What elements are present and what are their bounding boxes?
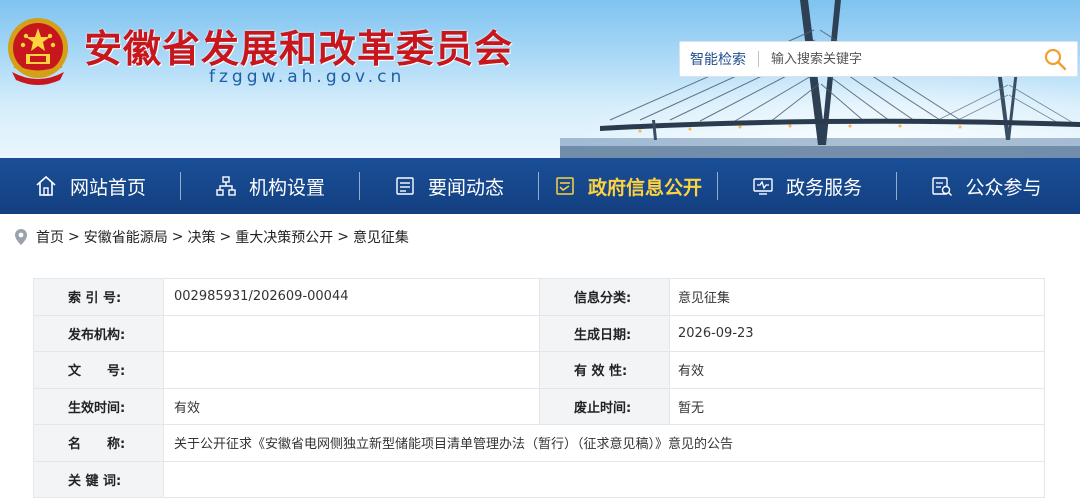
expire-value: 暂无 [669, 387, 1045, 425]
site-domain: fzggw.ah.gov.cn [209, 67, 406, 87]
nav-item-public-participation[interactable]: 公众参与 [897, 158, 1076, 214]
breadcrumb-separator: > [68, 229, 80, 245]
table-row: 关 键 词: [33, 460, 1045, 498]
nav-item-home[interactable]: 网站首页 [0, 158, 180, 214]
date-label: 生成日期: [539, 314, 670, 352]
site-header: 安徽省发展和改革委员会 fzggw.ah.gov.cn 智能检索 [0, 0, 1080, 158]
docno-value [163, 351, 540, 389]
location-pin-icon [15, 229, 27, 245]
info-disclosure-icon [556, 177, 574, 195]
effective-label: 生效时间: [33, 387, 164, 425]
publisher-value [163, 314, 540, 352]
search-box: 智能检索 [679, 41, 1078, 77]
search-input[interactable] [759, 44, 1033, 74]
nav-item-news[interactable]: 要闻动态 [360, 158, 538, 214]
name-value: 关于公开征求《安徽省电网侧独立新型储能项目清单管理办法（暂行）（征求意见稿）》意… [163, 424, 1045, 462]
breadcrumb: 首页 > 安徽省能源局 > 决策 > 重大决策预公开 > 意见征集 [14, 226, 409, 248]
search-button[interactable] [1033, 42, 1077, 76]
effective-value: 有效 [163, 387, 540, 425]
breadcrumb-separator: > [219, 229, 232, 245]
nav-item-label: 要闻动态 [427, 176, 504, 199]
category-value: 意见征集 [669, 278, 1045, 316]
table-row: 文 号: 有 效 性: 有效 [33, 351, 1045, 389]
breadcrumb-energy-bureau[interactable]: 安徽省能源局 [84, 227, 168, 247]
nav-item-label: 政务服务 [785, 176, 862, 199]
search-icon [1044, 48, 1067, 71]
breadcrumb-opinion[interactable]: 意见征集 [353, 227, 409, 247]
validity-value: 有效 [669, 351, 1045, 389]
publisher-label: 发布机构: [33, 314, 164, 352]
national-emblem-icon [8, 18, 68, 85]
public-search-icon [932, 177, 953, 197]
docno-label: 文 号: [33, 351, 164, 389]
nav-item-label: 机构设置 [248, 176, 325, 199]
main-nav: 网站首页 机构设置 要闻动态 政府信息公开 政务服务 公众参与 [0, 158, 1080, 214]
document-info-table: 索 引 号: 002985931/202609-00044 信息分类: 意见征集… [33, 278, 1045, 498]
keywords-value [163, 460, 1045, 498]
date-value: 2026-09-23 [669, 314, 1045, 352]
home-icon [36, 175, 56, 196]
expire-label: 废止时间: [539, 387, 670, 425]
breadcrumb-separator: > [337, 229, 349, 245]
site-title[interactable]: 安徽省发展和改革委员会 [84, 18, 513, 73]
category-label: 信息分类: [539, 278, 670, 316]
breadcrumb-home[interactable]: 首页 [36, 227, 64, 247]
smart-search-label[interactable]: 智能检索 [680, 49, 758, 69]
nav-item-info-disclosure[interactable]: 政府信息公开 [539, 158, 717, 214]
table-row: 生效时间: 有效 废止时间: 暂无 [33, 387, 1045, 425]
keywords-label: 关 键 词: [33, 460, 164, 498]
nav-item-label: 公众参与 [965, 176, 1042, 199]
index-value: 002985931/202609-00044 [163, 278, 540, 316]
breadcrumb-decision[interactable]: 决策 [187, 227, 215, 247]
index-label: 索 引 号: [33, 278, 164, 316]
breadcrumb-separator: > [171, 229, 184, 245]
table-row: 索 引 号: 002985931/202609-00044 信息分类: 意见征集 [33, 278, 1045, 316]
breadcrumb-major-decision[interactable]: 重大决策预公开 [235, 227, 333, 247]
nav-item-label: 网站首页 [69, 176, 146, 199]
name-label: 名 称: [33, 424, 164, 462]
nav-item-organization[interactable]: 机构设置 [181, 158, 359, 214]
org-chart-icon [216, 176, 236, 196]
validity-label: 有 效 性: [539, 351, 670, 389]
nav-item-label: 政府信息公开 [587, 176, 702, 199]
service-monitor-icon [753, 178, 773, 195]
table-row: 发布机构: 生成日期: 2026-09-23 [33, 314, 1045, 352]
table-row: 名 称: 关于公开征求《安徽省电网侧独立新型储能项目清单管理办法（暂行）（征求意… [33, 424, 1045, 462]
nav-item-gov-services[interactable]: 政务服务 [718, 158, 896, 214]
news-icon [396, 177, 414, 195]
